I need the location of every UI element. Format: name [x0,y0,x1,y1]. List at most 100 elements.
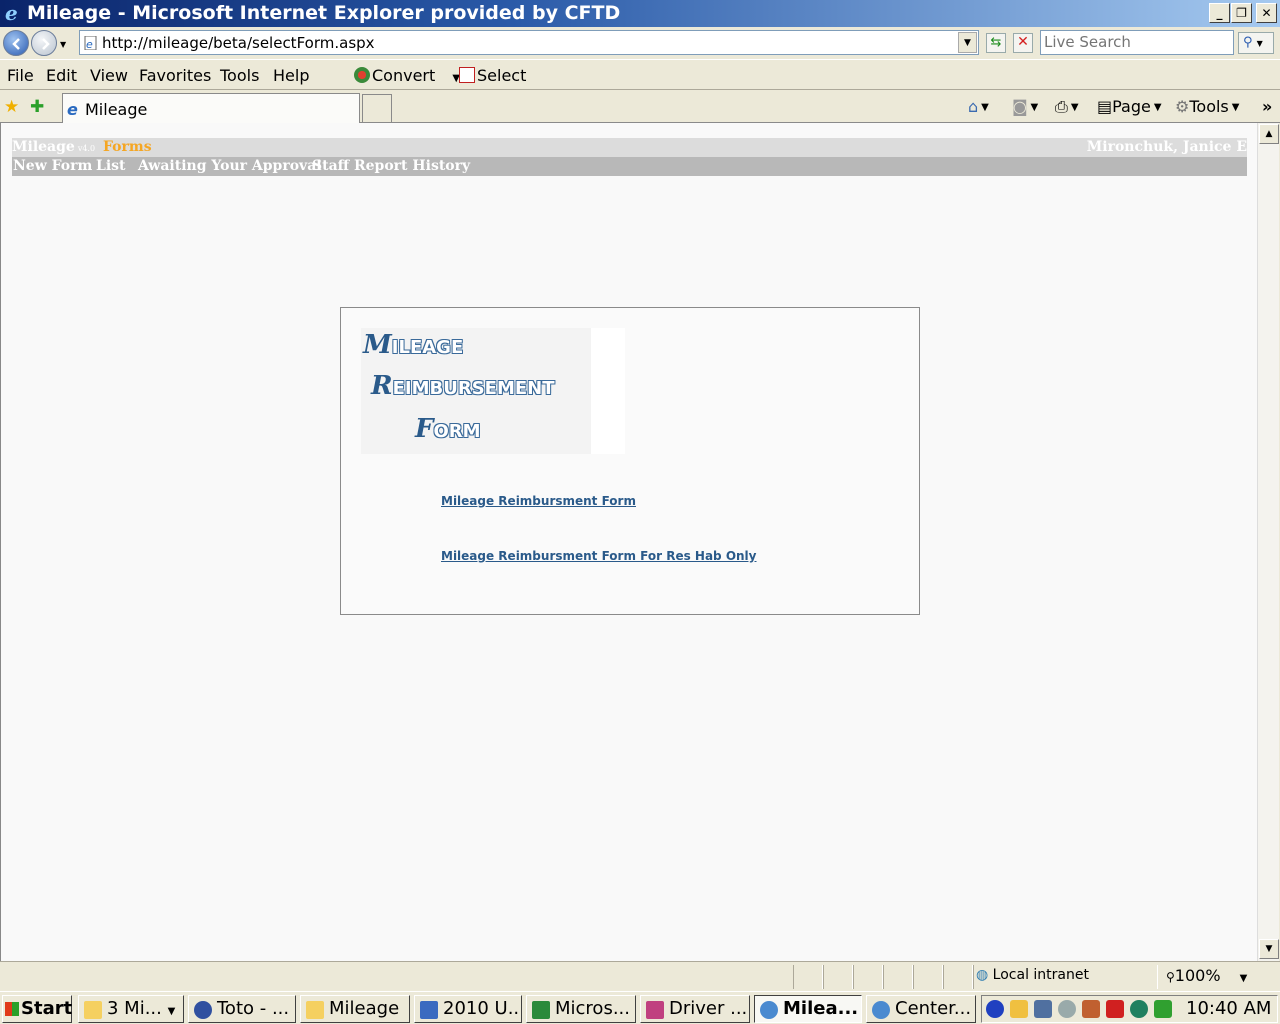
address-dropdown[interactable]: ▼ [958,32,977,53]
task-button[interactable]: Micros... [526,995,636,1023]
nav-list[interactable]: List [96,158,126,174]
feeds-button[interactable]: ◙ ▼ [1012,97,1038,116]
form-selection-panel: MILEAGE REIMBURSEMENT FORM Mileage Reimb… [340,307,920,615]
logo-line-1: MILEAGE [363,330,463,360]
recent-pages-dropdown[interactable]: ▼ [60,40,66,49]
menu-file[interactable]: File [7,66,34,85]
page-menu-icon: ▤ [1097,97,1113,116]
url-text[interactable]: http://mileage/beta/selectForm.aspx [102,34,375,52]
home-dropdown-icon[interactable]: ▼ [981,102,989,113]
add-favorite-icon[interactable]: ✚ [30,97,44,117]
back-button[interactable] [3,30,29,56]
page-menu-label: Page [1112,97,1151,116]
search-button[interactable]: ⚲ ▼ [1238,32,1274,54]
app-header: Mileage v4.0 Forms Mironchuk, Janice E [12,138,1247,157]
disk-icon[interactable] [1058,1000,1076,1018]
task-label: Micros... [555,998,630,1019]
zoom-control[interactable]: ⚲100% ▼ [1166,966,1247,985]
network-monitor-icon[interactable] [986,1000,1004,1018]
menu-edit[interactable]: Edit [46,66,77,85]
task-button[interactable]: 3 Mi... ▼ [78,995,184,1023]
convert-button[interactable]: Convert ▼ [354,66,460,85]
task-button[interactable]: 2010 U... [414,995,522,1023]
page-icon: e [84,36,97,50]
windows-flag-icon [5,1002,19,1016]
tools-menu-label: Tools [1189,97,1229,116]
res-hab-form-link[interactable]: Mileage Reimbursment Form For Res Hab On… [441,549,757,563]
feeds-dropdown-icon[interactable]: ▼ [1031,102,1039,113]
close-button[interactable]: ✕ [1256,3,1277,23]
logo-rest-reimbursement: EIMBURSEMENT [392,378,555,399]
ati-icon[interactable] [1106,1000,1124,1018]
forward-button[interactable] [31,30,57,56]
mileage-reimbursment-form-link[interactable]: Mileage Reimbursment Form [441,494,636,508]
antivirus-icon[interactable] [1154,1000,1172,1018]
nav-awaiting-approval[interactable]: Awaiting Your Approval [138,158,322,174]
remote-icon [194,1001,212,1019]
task-label: Driver ... [669,998,748,1019]
volume-icon[interactable] [1082,1000,1100,1018]
svg-text:e: e [5,3,18,23]
scroll-down-button[interactable]: ▼ [1259,939,1279,959]
app-nav: New Form List Awaiting Your Approval Sta… [12,157,1247,176]
menu-favorites[interactable]: Favorites [139,66,211,85]
task-button[interactable]: Driver ... [640,995,750,1023]
security-icon[interactable] [1130,1000,1148,1018]
logo-cap-f: F [415,414,434,444]
convert-icon [354,67,370,83]
start-button[interactable]: Start [2,995,72,1023]
search-box[interactable] [1040,30,1234,55]
start-label: Start [21,998,73,1019]
task-button[interactable]: Mileage [300,995,410,1023]
forward-arrow-icon [42,38,50,50]
logo-rest-form: ORM [433,421,481,442]
tab-mileage[interactable]: e Mileage [62,93,360,123]
logo-cap-m: M [363,330,392,360]
tools-menu[interactable]: ⚙Tools ▼ [1175,97,1239,116]
window-title: Mileage - Microsoft Internet Explorer pr… [27,2,621,24]
new-tab-button[interactable] [362,94,392,122]
address-toolbar: ▼ e http://mileage/beta/selectForm.aspx … [0,27,1280,59]
menu-help[interactable]: Help [273,66,309,85]
task-button[interactable]: Center... [866,995,976,1023]
taskbar: Start 3 Mi... ▼ Toto - ... Mileage 2010 … [0,991,1280,1024]
scheduler-icon[interactable] [1010,1000,1028,1018]
select-icon [459,67,475,83]
zone-label: Local intranet [992,967,1089,983]
scroll-up-button[interactable]: ▲ [1259,124,1279,144]
refresh-button[interactable]: ⇆ [986,33,1006,53]
task-label: 2010 U... [443,998,522,1019]
restore-button[interactable]: ❐ [1231,3,1252,23]
stop-button[interactable]: ✕ [1013,33,1033,53]
app-version: v4.0 [77,144,96,153]
print-button[interactable]: ⎙ ▼ [1055,97,1079,117]
task-label: 3 Mi... [107,998,162,1019]
page-menu[interactable]: ▤Page ▼ [1097,97,1162,116]
search-input[interactable] [1041,31,1229,53]
task-button-active[interactable]: Milea... [754,995,862,1023]
select-button[interactable]: Select [459,66,526,85]
minimize-button[interactable]: _ [1209,3,1230,23]
vertical-scrollbar[interactable]: ▲ ▼ [1257,123,1279,961]
menu-tools[interactable]: Tools [220,66,259,85]
home-button[interactable]: ⌂ ▼ [968,97,989,116]
favorites-center-icon[interactable]: ★ [4,97,19,117]
more-commands-icon[interactable]: » [1262,97,1272,116]
zoom-dropdown-icon[interactable]: ▼ [1240,973,1248,984]
network-icon[interactable] [1034,1000,1052,1018]
nav-new-form[interactable]: New Form [13,158,92,174]
svg-text:e: e [86,38,93,50]
tools-dropdown-icon: ▼ [1231,102,1240,113]
zoom-icon: ⚲ [1166,970,1175,984]
logo-line-2: REIMBURSEMENT [371,371,555,401]
ie-page-icon: e [67,101,78,117]
nav-staff-report-history[interactable]: Staff Report History [312,158,470,174]
task-button[interactable]: Toto - ... [188,995,296,1023]
menu-view[interactable]: View [90,66,128,85]
task-label: Toto - ... [217,998,290,1019]
menu-bar: File Edit View Favorites Tools Help Conv… [0,59,1280,90]
print-dropdown-icon[interactable]: ▼ [1071,102,1079,113]
address-bar[interactable]: e http://mileage/beta/selectForm.aspx ▼ [79,30,979,55]
logo-rest-mileage: ILEAGE [391,337,464,358]
back-arrow-icon [12,38,20,50]
